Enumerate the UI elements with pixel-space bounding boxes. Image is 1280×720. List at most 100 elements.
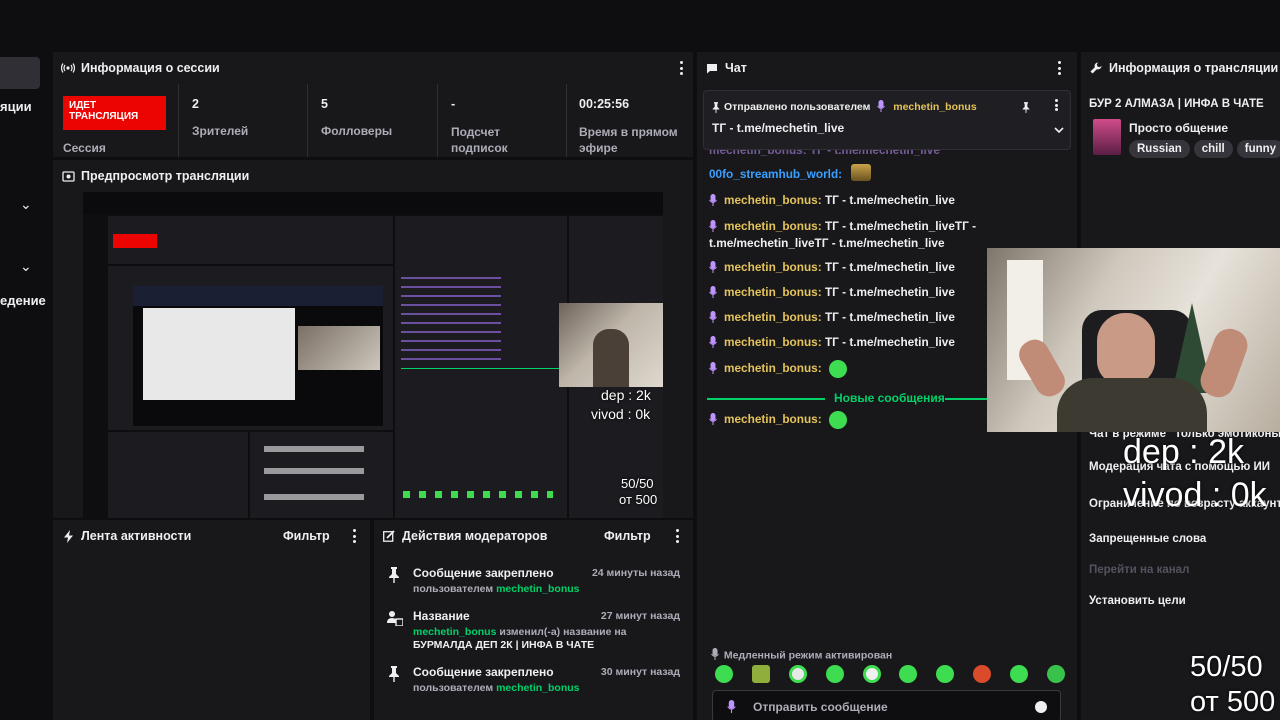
category-name[interactable]: Просто общение <box>1129 121 1228 135</box>
session-info-header: Информация о сессии <box>53 52 693 84</box>
stat-label: Фолловеры <box>321 124 393 138</box>
broadcast-icon <box>61 61 75 75</box>
overlay-dep: dep : 2k <box>1123 433 1244 471</box>
mod-filter-button[interactable]: Фильтр <box>604 529 651 543</box>
sidebar-selected-item[interactable] <box>0 57 40 89</box>
chevron-down-icon[interactable]: ⌄ <box>20 258 32 275</box>
chat-message: 00fo_streamhub_world: <box>709 164 871 181</box>
more-options-icon[interactable] <box>352 529 356 543</box>
pinned-user[interactable]: mechetin_bonus <box>893 101 976 113</box>
overlay-of: от 500 <box>1190 686 1276 718</box>
live-time-stat: 00:25:56 Время в прямом эфире <box>579 97 689 156</box>
stream-info-title: Информация о трансляции <box>1109 61 1279 75</box>
stat-label: Зрителей <box>192 124 249 138</box>
emote-button[interactable] <box>1010 665 1028 683</box>
chat-username[interactable]: mechetin_bonus: <box>724 361 822 375</box>
unpin-icon[interactable] <box>1022 100 1030 118</box>
chat-username[interactable]: mechetin_bonus: <box>724 310 822 324</box>
webcam-overlay <box>987 248 1280 432</box>
tag-chill[interactable]: chill <box>1193 140 1233 158</box>
emote-button[interactable] <box>1046 665 1065 683</box>
emote-button[interactable] <box>715 665 733 683</box>
stream-video[interactable]: dep : 2k vivod : 0k 50/50 от 500 <box>83 192 663 518</box>
chat-username[interactable]: mechetin_bonus: <box>724 335 822 349</box>
mod-item-user[interactable]: mechetin_bonus <box>496 583 579 595</box>
chat-message: mechetin_bonus: ТГ - t.me/mechetin_live <box>709 335 955 350</box>
tag-funny[interactable]: funny <box>1236 140 1280 158</box>
nested-overlay-count: 50/50 <box>621 476 654 491</box>
mic-badge-icon <box>709 335 719 350</box>
emote-button[interactable] <box>788 665 807 683</box>
stat-divider <box>178 84 179 157</box>
pinned-more-icon[interactable] <box>1054 99 1058 111</box>
sidebar-label-top[interactable]: яции <box>0 99 32 114</box>
setting-banned-words[interactable]: Запрещенные слова <box>1089 533 1206 545</box>
left-sidebar: яции ⌄ ⌄ едение <box>0 50 48 720</box>
emoji-picker-icon[interactable] <box>1035 701 1047 713</box>
emote-button[interactable] <box>862 665 881 683</box>
go-to-channel-link[interactable]: Перейти на канал <box>1089 564 1189 576</box>
nested-live-badge <box>113 234 157 248</box>
chat-username[interactable]: mechetin_bonus: <box>724 260 822 274</box>
tag-russian[interactable]: Russian <box>1129 140 1190 158</box>
activity-filter-button[interactable]: Фильтр <box>283 529 330 543</box>
pinned-message[interactable]: Отправлено пользователем mechetin_bonus … <box>703 90 1071 150</box>
chat-message: mechetin_bonus: ТГ - t.me/mechetin_live <box>709 310 955 325</box>
mod-item-user[interactable]: mechetin_bonus <box>496 682 579 694</box>
emote-button[interactable] <box>936 665 955 683</box>
pinned-by-label: Отправлено пользователем <box>724 100 871 113</box>
mod-item-sub: mechetin_bonus изменил(-а) название на Б… <box>413 626 681 651</box>
chat-username[interactable]: mechetin_bonus: <box>724 219 822 233</box>
followers-stat: 5 Фолловеры <box>321 97 431 138</box>
set-goals-button[interactable]: Установить цели <box>1089 595 1186 607</box>
sidebar-label-bottom[interactable]: едение <box>0 293 46 308</box>
more-options-icon[interactable] <box>1057 61 1061 75</box>
nested-emote-row <box>403 491 553 498</box>
emote-button[interactable] <box>899 665 918 683</box>
chat-text: ТГ - t.me/mechetin_liveТГ - <box>824 219 976 233</box>
more-options-icon[interactable] <box>675 529 679 543</box>
emote-button[interactable] <box>825 665 844 683</box>
chat-input-placeholder: Отправить сообщение <box>753 700 888 714</box>
stream-title: БУР 2 АЛМАЗА | ИНФА В ЧАТЕ <box>1089 98 1264 110</box>
nested-mod-item <box>264 468 364 474</box>
nested-mod-item <box>264 494 364 500</box>
chat-message: mechetin_bonus: ТГ - t.me/mechetin_live <box>709 260 955 275</box>
stat-value: 2 <box>192 97 199 111</box>
chat-username[interactable]: mechetin_bonus: <box>724 193 822 207</box>
chat-header: Чат <box>697 52 1077 84</box>
mic-badge-icon <box>709 260 719 275</box>
chevron-down-icon[interactable]: ⌄ <box>20 196 32 213</box>
wrench-icon <box>1089 61 1103 75</box>
mic-badge-icon <box>709 413 719 427</box>
chat-username[interactable]: mechetin_bonus: <box>724 412 822 426</box>
mod-item-title: Название <box>413 609 470 623</box>
nested-preview-video <box>133 286 383 426</box>
emote-button[interactable] <box>973 665 992 683</box>
chevron-down-icon[interactable] <box>1054 121 1064 139</box>
mic-badge-icon <box>727 700 736 718</box>
nested-webcam-large <box>559 303 663 387</box>
chat-icon <box>705 61 719 75</box>
mic-badge-icon <box>877 100 887 114</box>
more-options-icon[interactable] <box>679 61 683 75</box>
mod-item-time: 27 минут назад <box>600 610 680 622</box>
pin-icon <box>388 666 400 687</box>
emote-button[interactable] <box>751 665 770 683</box>
nested-overlay-of: от 500 <box>619 492 658 507</box>
chat-input-box[interactable]: Отправить сообщение <box>712 690 1061 720</box>
category-thumbnail[interactable] <box>1093 119 1121 155</box>
stream-preview-header: Предпросмотр трансляции <box>53 160 693 192</box>
mod-item-prefix: пользователем <box>413 583 494 595</box>
nested-overlay-vivod: vivod : 0k <box>591 406 651 422</box>
chat-text: ТГ - t.me/mechetin_live <box>824 310 955 324</box>
pin-icon <box>712 100 720 118</box>
stat-divider <box>437 84 438 157</box>
nested-dashboard: dep : 2k vivod : 0k 50/50 от 500 <box>83 214 663 518</box>
chat-username[interactable]: mechetin_bonus: <box>724 285 822 299</box>
chat-message: mechetin_bonus: ТГ - t.me/mechetin_live <box>709 193 955 208</box>
nested-new-messages-line <box>401 368 561 369</box>
mic-badge-icon <box>709 219 719 234</box>
mod-item-user[interactable]: mechetin_bonus <box>413 626 496 638</box>
chat-username[interactable]: 00fo_streamhub_world: <box>709 167 842 181</box>
